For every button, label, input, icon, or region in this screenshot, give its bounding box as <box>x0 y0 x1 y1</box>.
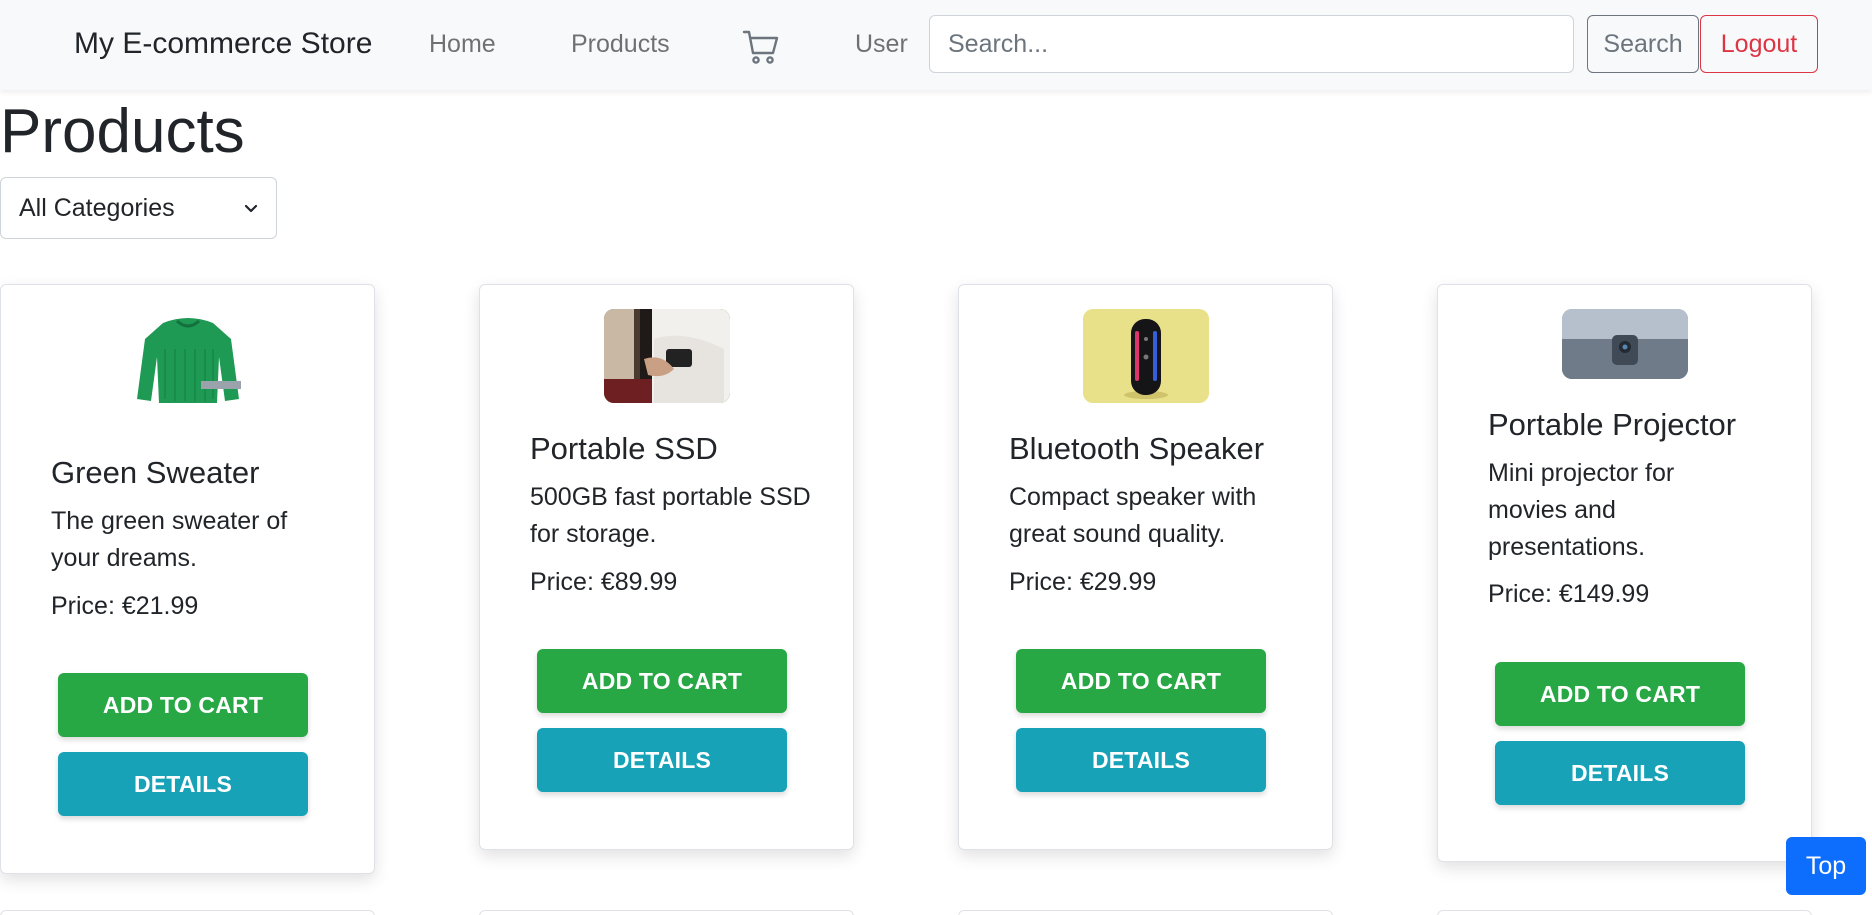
portable-ssd-image <box>603 309 730 403</box>
product-description: Mini projector for movies and presentati… <box>1488 459 1675 561</box>
search-input[interactable] <box>929 15 1574 73</box>
product-price: Price: €29.99 <box>1009 568 1157 596</box>
product-price: Price: €21.99 <box>51 592 199 620</box>
bluetooth-speaker-image <box>1082 309 1209 403</box>
product-card: Portable SSD 500GB fast portable SSD for… <box>479 284 854 850</box>
product-card-peek <box>0 910 375 915</box>
back-to-top-button[interactable]: Top <box>1786 837 1866 895</box>
product-card-peek <box>958 910 1333 915</box>
product-name: Portable SSD <box>530 431 718 466</box>
product-card-peek <box>1437 910 1812 915</box>
green-sweater-image <box>124 309 251 412</box>
add-to-cart-button[interactable]: ADD TO CART <box>537 649 787 713</box>
details-button[interactable]: DETAILS <box>1016 728 1266 792</box>
category-select-value: All Categories <box>19 193 175 222</box>
details-button[interactable]: DETAILS <box>537 728 787 792</box>
cart-icon[interactable] <box>742 28 780 66</box>
product-description: The green sweater of your dreams. <box>51 507 288 572</box>
portable-projector-image <box>1561 309 1688 379</box>
add-to-cart-button[interactable]: ADD TO CART <box>58 673 308 737</box>
details-button[interactable]: DETAILS <box>58 752 308 816</box>
navbar: My E-commerce Store Home Products User S… <box>0 0 1872 90</box>
product-name: Bluetooth Speaker <box>1009 431 1265 466</box>
nav-home-link[interactable]: Home <box>429 22 496 66</box>
product-price: Price: €89.99 <box>530 568 678 596</box>
page-title: Products <box>0 97 245 166</box>
product-name: Green Sweater <box>51 455 260 490</box>
category-select[interactable]: All Categories <box>0 177 277 239</box>
chevron-down-icon <box>244 204 258 213</box>
product-description: 500GB fast portable SSD for storage. <box>530 483 811 548</box>
nav-user-link[interactable]: User <box>855 22 908 66</box>
nav-products-link[interactable]: Products <box>571 22 670 66</box>
product-card: Bluetooth Speaker Compact speaker with g… <box>958 284 1333 850</box>
product-price: Price: €149.99 <box>1488 580 1650 608</box>
search-button[interactable]: Search <box>1587 15 1699 73</box>
product-card-peek <box>479 910 854 915</box>
product-card: Green Sweater The green sweater of your … <box>0 284 375 874</box>
add-to-cart-button[interactable]: ADD TO CART <box>1016 649 1266 713</box>
logout-button[interactable]: Logout <box>1700 15 1818 73</box>
product-name: Portable Projector <box>1488 407 1737 442</box>
product-card: Portable Projector Mini projector for mo… <box>1437 284 1812 862</box>
add-to-cart-button[interactable]: ADD TO CART <box>1495 662 1745 726</box>
details-button[interactable]: DETAILS <box>1495 741 1745 805</box>
brand-link[interactable]: My E-commerce Store <box>74 22 372 66</box>
product-description: Compact speaker with great sound quality… <box>1009 483 1257 548</box>
